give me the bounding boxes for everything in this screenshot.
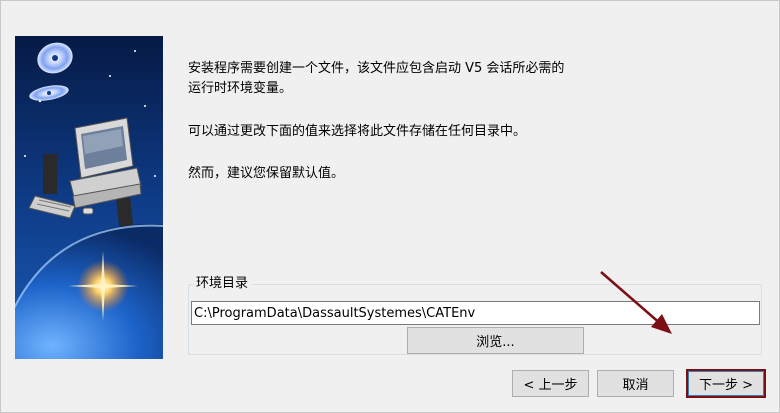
back-button[interactable]: < 上一步: [512, 370, 589, 397]
browse-button[interactable]: 浏览...: [407, 327, 584, 354]
environment-directory-input[interactable]: [191, 301, 760, 325]
environment-directory-label: 环境目录: [192, 275, 253, 293]
setup-side-image: [15, 36, 163, 359]
next-button[interactable]: 下一步 >: [686, 369, 766, 398]
description-line-2: 运行时环境变量。: [188, 81, 293, 96]
cancel-button[interactable]: 取消: [597, 370, 674, 397]
description-paragraph-2: 可以通过更改下面的值来选择将此文件存储在任何目录中。: [188, 124, 527, 139]
description-paragraph-3: 然而，建议您保留默认值。: [188, 166, 345, 181]
description-paragraph-1: 安装程序需要创建一个文件，该文件应包含启动 V5 会话所必需的 运行时环境变量。: [188, 59, 564, 99]
description-line-1: 安装程序需要创建一个文件，该文件应包含启动 V5 会话所必需的: [188, 61, 565, 76]
